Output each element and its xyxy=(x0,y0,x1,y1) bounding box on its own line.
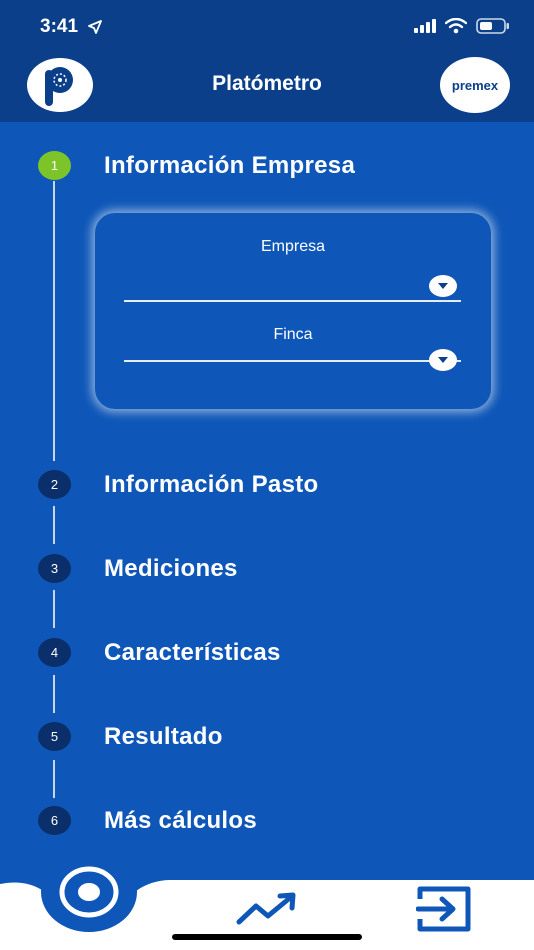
status-icons xyxy=(414,18,510,34)
wifi-icon xyxy=(445,18,467,34)
step-connector xyxy=(53,506,55,544)
app-header: 3:41 Platómetro premex xyxy=(0,0,534,122)
chevron-down-icon xyxy=(438,357,448,363)
step-1-label[interactable]: Información Empresa xyxy=(104,152,355,180)
empresa-underline xyxy=(124,300,461,302)
battery-icon xyxy=(476,18,509,34)
step-connector xyxy=(53,181,55,461)
premex-logo-text: premex xyxy=(451,77,499,93)
step-5-indicator[interactable]: 5 xyxy=(38,722,71,751)
chevron-down-icon xyxy=(438,283,448,289)
step-2-indicator[interactable]: 2 xyxy=(38,470,71,499)
step-3-indicator[interactable]: 3 xyxy=(38,554,71,583)
finca-underline xyxy=(124,360,461,362)
company-info-card: Empresa Finca xyxy=(95,213,491,409)
finca-label: Finca xyxy=(273,326,313,343)
step-6-indicator[interactable]: 6 xyxy=(38,806,71,835)
step-5-label[interactable]: Resultado xyxy=(104,723,223,751)
cellular-signal-icon xyxy=(414,19,436,33)
empresa-dropdown-button[interactable] xyxy=(429,275,457,297)
home-indicator xyxy=(172,934,362,940)
location-arrow-icon xyxy=(88,20,102,34)
step-6-label[interactable]: Más cálculos xyxy=(104,807,257,835)
home-button[interactable] xyxy=(41,852,137,932)
target-icon xyxy=(59,866,119,918)
step-connector xyxy=(53,590,55,628)
status-time: 3:41 xyxy=(40,16,79,37)
logout-icon[interactable] xyxy=(416,885,472,933)
finca-dropdown-button[interactable] xyxy=(429,349,457,371)
empresa-label: Empresa xyxy=(260,238,326,255)
step-4-label[interactable]: Características xyxy=(104,639,281,667)
step-4-indicator[interactable]: 4 xyxy=(38,638,71,667)
trending-up-icon[interactable] xyxy=(236,892,298,926)
step-2-label[interactable]: Información Pasto xyxy=(104,471,318,499)
step-1-indicator[interactable]: 1 xyxy=(38,151,71,180)
empresa-select[interactable] xyxy=(124,268,434,298)
premex-logo[interactable]: premex xyxy=(440,57,510,113)
step-connector xyxy=(53,760,55,798)
step-connector xyxy=(53,675,55,713)
step-3-label[interactable]: Mediciones xyxy=(104,555,238,583)
